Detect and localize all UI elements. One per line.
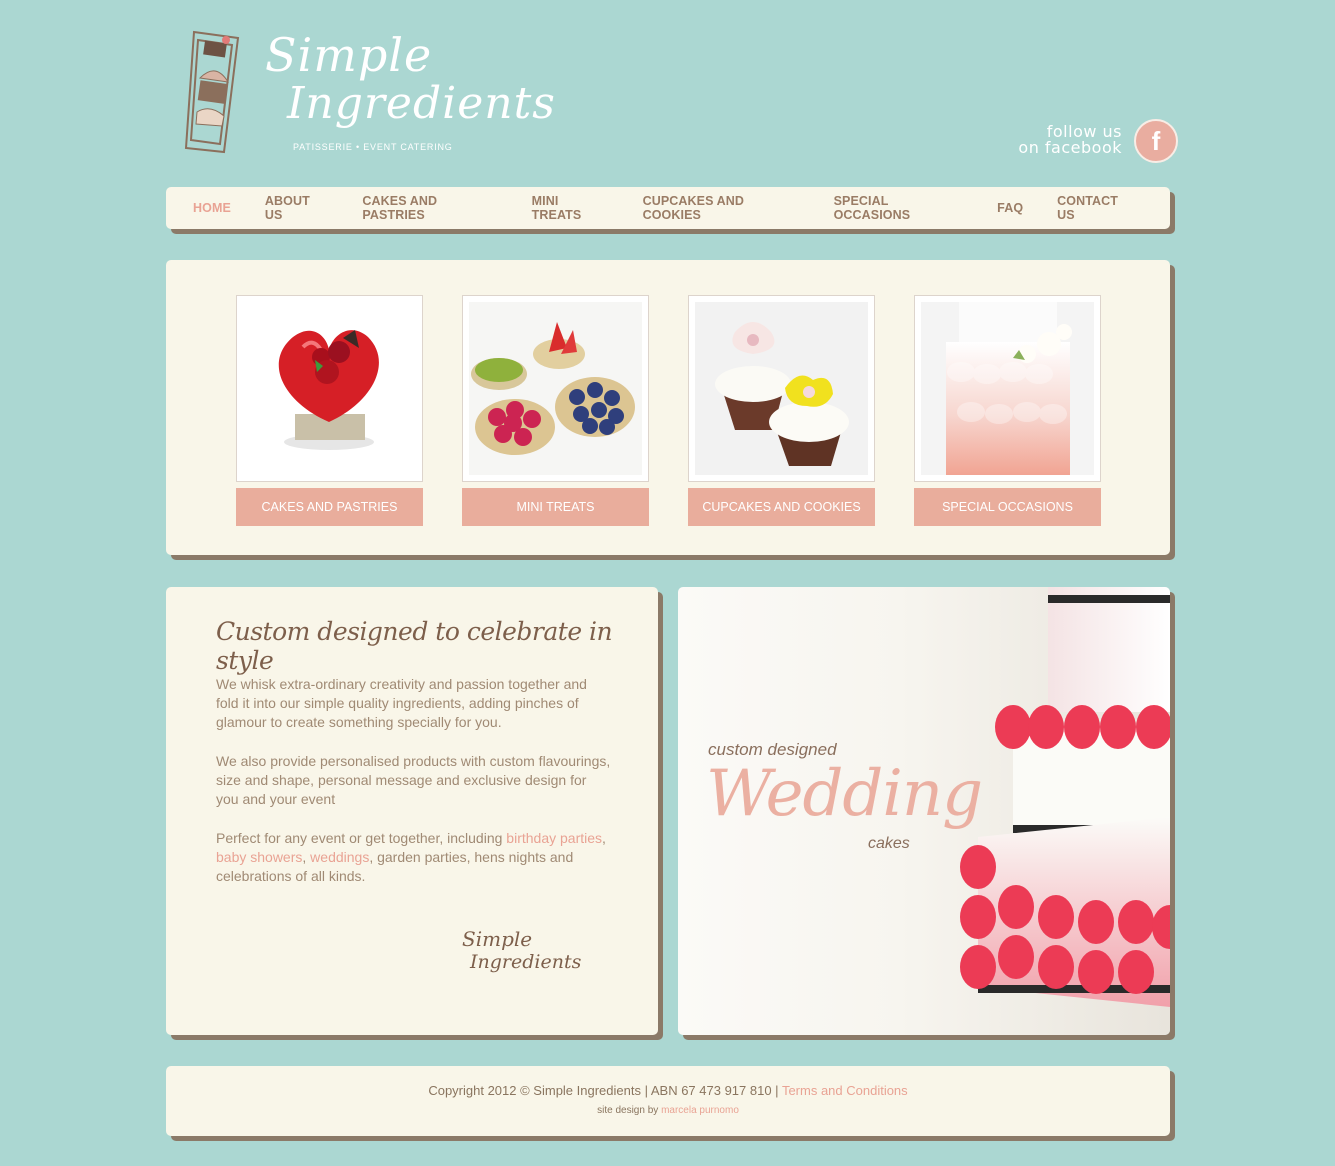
signature-logo: Simple Ingredients [462, 927, 592, 987]
tile-image-frame[interactable] [688, 295, 875, 482]
cupcakes-and-cookies-button[interactable]: CUPCAKES AND COOKIES [688, 488, 875, 526]
tile-image-frame[interactable] [914, 295, 1101, 482]
nav-cupcakes-and-cookies[interactable]: CUPCAKES AND COOKIES [643, 194, 800, 222]
ombre-cake-photo[interactable] [921, 302, 1094, 475]
footer-copyright: Copyright 2012 © Simple Ingredients | AB… [166, 1083, 1170, 1098]
tile-cakes-and-pastries: CAKES AND PASTRIES [236, 295, 423, 526]
designer-link[interactable]: marcela purnomo [661, 1105, 739, 1116]
intro-title: Custom designed to celebrate in style [216, 617, 613, 675]
logo-tagline: PATISSERIE • EVENT CATERING [293, 142, 453, 152]
signature-line-2: Ingredients [470, 951, 582, 973]
wedding-title: Wedding [706, 757, 983, 831]
category-gallery: CAKES AND PASTRIES MINI TREATS CUPCAKES … [166, 260, 1170, 555]
nav-mini-treats[interactable]: MINI TREATS [532, 194, 609, 222]
intro-paragraph-3-start: Perfect for any event or get together, i… [216, 830, 507, 846]
nav-special-occasions[interactable]: SPECIAL OCCASIONS [834, 194, 964, 222]
tile-image-frame[interactable] [462, 295, 649, 482]
intro-paragraph-3: Perfect for any event or get together, i… [216, 829, 611, 886]
separator: , [602, 830, 606, 846]
tile-cupcakes-and-cookies: CUPCAKES AND COOKIES [688, 295, 875, 526]
logo-line-2: Ingredients [287, 78, 556, 129]
facebook-icon[interactable]: f [1134, 119, 1178, 163]
signature-line-1: Simple [462, 927, 533, 951]
logo-jar-icon[interactable] [180, 28, 246, 161]
credit-prefix: site design by [597, 1105, 662, 1116]
fruit-tarts-photo[interactable] [469, 302, 642, 475]
link-birthday-parties[interactable]: birthday parties [506, 830, 602, 846]
terms-and-conditions-link[interactable]: Terms and Conditions [782, 1083, 908, 1098]
tile-image-frame[interactable] [236, 295, 423, 482]
copyright-text: Copyright 2012 © Simple Ingredients | AB… [428, 1083, 782, 1098]
mini-treats-button[interactable]: MINI TREATS [462, 488, 649, 526]
logo-line-1: Simple [265, 28, 433, 82]
tile-mini-treats: MINI TREATS [462, 295, 649, 526]
cupcakes-photo[interactable] [695, 302, 868, 475]
heart-cake-photo[interactable] [243, 302, 416, 475]
nav-cakes-and-pastries[interactable]: CAKES AND PASTRIES [362, 194, 497, 222]
main-navigation: HOME ABOUT US CAKES AND PASTRIES MINI TR… [166, 187, 1170, 229]
cakes-and-pastries-button[interactable]: CAKES AND PASTRIES [236, 488, 423, 526]
link-weddings[interactable]: weddings [310, 849, 369, 865]
footer-credit: site design by marcela purnomo [166, 1105, 1170, 1116]
wedding-line-3: cakes [868, 835, 910, 852]
separator: , [302, 849, 311, 865]
intro-text: We whisk extra-ordinary creativity and p… [216, 675, 611, 906]
link-baby-showers[interactable]: baby showers [216, 849, 302, 865]
nav-home[interactable]: HOME [193, 201, 231, 215]
intro-paragraph-1: We whisk extra-ordinary creativity and p… [216, 676, 587, 730]
logo-wordmark[interactable]: Simple Ingredients [265, 28, 555, 138]
intro-paragraph-2: We also provide personalised products wi… [216, 753, 611, 807]
intro-panel: Custom designed to celebrate in style We… [166, 587, 658, 1035]
footer: Copyright 2012 © Simple Ingredients | AB… [166, 1066, 1170, 1136]
nav-contact-us[interactable]: CONTACT US [1057, 194, 1136, 222]
nav-about-us[interactable]: ABOUT US [265, 194, 329, 222]
facebook-follow-text[interactable]: follow us on facebook [1010, 124, 1122, 156]
follow-line-2: on facebook [1018, 138, 1122, 157]
special-occasions-button[interactable]: SPECIAL OCCASIONS [914, 488, 1101, 526]
nav-faq[interactable]: FAQ [997, 201, 1023, 215]
wedding-cakes-banner[interactable]: custom designed Wedding cakes [678, 587, 1170, 1035]
tile-special-occasions: SPECIAL OCCASIONS [914, 295, 1101, 526]
